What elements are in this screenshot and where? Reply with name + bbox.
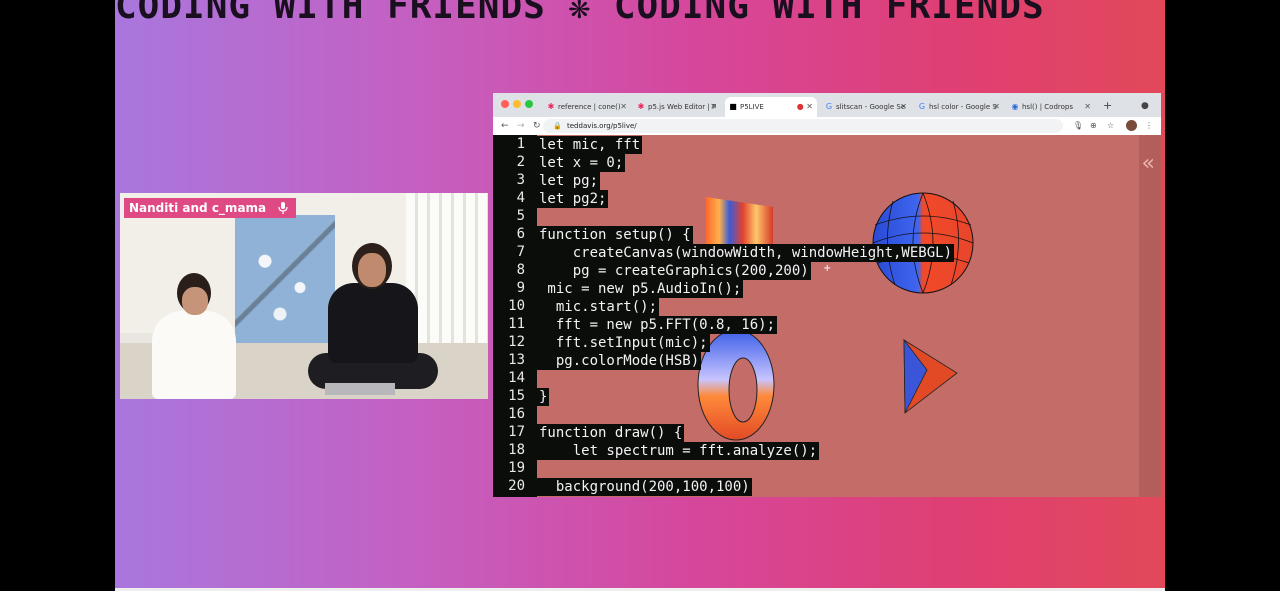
tab-slitscan-search[interactable]: Gslitscan - Google Se ✕	[821, 97, 911, 117]
code-line[interactable]: pg = createGraphics(200,200)	[537, 262, 811, 280]
code-line[interactable]: let mic, fft	[537, 136, 643, 154]
close-tab-icon[interactable]: ✕	[900, 97, 907, 117]
browser-window: ✱ reference | cone() ✕ ✱ p5.js Web Editor |…	[493, 93, 1161, 497]
person-left	[142, 273, 242, 399]
tab-bar: ✱ reference | cone() ✕ ✱ p5.js Web Editor |…	[493, 93, 1161, 117]
code-line[interactable]: let pg;	[537, 172, 601, 190]
code-line[interactable]: let spectrum = fft.analyze();	[537, 442, 820, 460]
code-line[interactable]: let x = 0;	[537, 154, 626, 172]
p5-star-icon: ✱	[637, 102, 645, 111]
right-panel	[1139, 135, 1161, 497]
google-icon: G	[918, 102, 926, 111]
code-line[interactable]: function setup() {	[537, 226, 693, 244]
cone-shape	[903, 338, 958, 414]
maximize-window-icon[interactable]	[525, 100, 533, 108]
codrops-icon: ◉	[1011, 102, 1019, 111]
close-tab-icon[interactable]: ✕	[710, 97, 717, 117]
code-line[interactable]: let pg2;	[537, 190, 609, 208]
line-number: 7	[516, 244, 525, 260]
person-right	[308, 243, 438, 393]
collapse-panel-icon[interactable]: «	[1142, 151, 1155, 176]
webcam-feed: Nanditi and c_mama	[120, 193, 488, 399]
profile-avatar[interactable]	[1126, 120, 1137, 131]
line-number: 3	[516, 172, 525, 188]
line-number: 17	[508, 424, 525, 440]
lock-icon: 🔒	[553, 122, 562, 130]
mouse-cursor-icon: +	[823, 263, 832, 274]
banner-title: CODING WITH FRIENDS ❋ CODING WITH FRIEND…	[115, 0, 1045, 27]
line-number: 18	[508, 442, 525, 458]
code-line[interactable]: mic.start();	[537, 298, 660, 316]
close-window-icon[interactable]	[501, 100, 509, 108]
line-number: 10	[508, 298, 525, 314]
close-tab-icon[interactable]: ✕	[993, 97, 1000, 117]
code-line[interactable]: createCanvas(windowWidth, windowHeight,W…	[537, 244, 955, 262]
line-number: 11	[508, 316, 525, 332]
line-number: 12	[508, 334, 525, 350]
url-text[interactable]: teddavis.org/p5live/	[567, 119, 637, 133]
reload-icon[interactable]: ↻	[533, 119, 541, 133]
close-tab-icon[interactable]: ● ✕	[797, 97, 813, 117]
tab-hsl-color-search[interactable]: Ghsl color - Google S ✕	[914, 97, 1004, 117]
microphone-icon[interactable]: 🎙	[1073, 119, 1083, 133]
microphone-icon[interactable]	[276, 201, 290, 215]
line-number: 6	[516, 226, 525, 242]
code-line[interactable]: background(200,100,100)	[537, 478, 752, 496]
minimize-window-icon[interactable]	[513, 100, 521, 108]
participant-name: Nanditi and c_mama	[129, 201, 267, 215]
line-number: 19	[508, 460, 525, 476]
stream-background: CODING WITH FRIENDS ❋ CODING WITH FRIEND…	[115, 0, 1165, 588]
line-number: 16	[508, 406, 525, 422]
participant-label: Nanditi and c_mama	[124, 198, 297, 218]
line-number: 8	[516, 262, 525, 278]
tab-hsl-codrops[interactable]: ◉ hsl() | Codrops ✕	[1007, 97, 1095, 117]
sphere-shape	[872, 192, 974, 294]
line-number: 13	[508, 352, 525, 368]
line-number: 1	[516, 136, 525, 152]
google-icon: G	[825, 102, 833, 111]
tab-reference-cone[interactable]: ✱ reference | cone() ✕	[543, 97, 631, 117]
line-number: 15	[508, 388, 525, 404]
p5live-editor: « + 1 let mic, fft 2 let x = 0; 3 let pg; 4 let…	[493, 135, 1161, 497]
code-line[interactable]: pg.colorMode(HSB)	[537, 352, 702, 370]
code-line[interactable]: function draw() {	[537, 424, 685, 442]
tab-p5live[interactable]: ■ P5LIVE ● ✕	[725, 97, 817, 117]
p5live-icon: ■	[729, 102, 737, 111]
address-bar: ← → ↻ 🔒 teddavis.org/p5live/ 🎙 ⊕ ☆ ⋮	[493, 117, 1161, 135]
close-tab-icon[interactable]: ✕	[620, 97, 627, 117]
line-number: 20	[508, 478, 525, 494]
code-line[interactable]: fft = new p5.FFT(0.8, 16);	[537, 316, 778, 334]
back-arrow-icon[interactable]: ←	[501, 119, 509, 133]
tab-p5-web-editor[interactable]: ✱ p5.js Web Editor | P ✕	[633, 97, 721, 117]
browser-menu-icon[interactable]: ●	[1141, 97, 1149, 115]
zoom-icon[interactable]: ⊕	[1090, 119, 1097, 133]
line-number: 4	[516, 190, 525, 206]
forward-arrow-icon[interactable]: →	[517, 119, 525, 133]
bookmark-star-icon[interactable]: ☆	[1107, 119, 1114, 133]
close-tab-icon[interactable]: ✕	[1084, 97, 1091, 117]
line-number: 2	[516, 154, 525, 170]
code-line[interactable]: fft.setInput(mic);	[537, 334, 710, 352]
new-tab-button[interactable]: +	[1103, 97, 1112, 115]
more-options-icon[interactable]: ⋮	[1145, 119, 1153, 133]
laptop	[325, 383, 395, 395]
line-number: 9	[516, 280, 525, 296]
line-number: 14	[508, 370, 525, 386]
code-line[interactable]: mic = new p5.AudioIn();	[537, 280, 744, 298]
p5-star-icon: ✱	[547, 102, 555, 111]
code-line[interactable]: }	[537, 388, 550, 406]
line-number: 5	[516, 208, 525, 224]
